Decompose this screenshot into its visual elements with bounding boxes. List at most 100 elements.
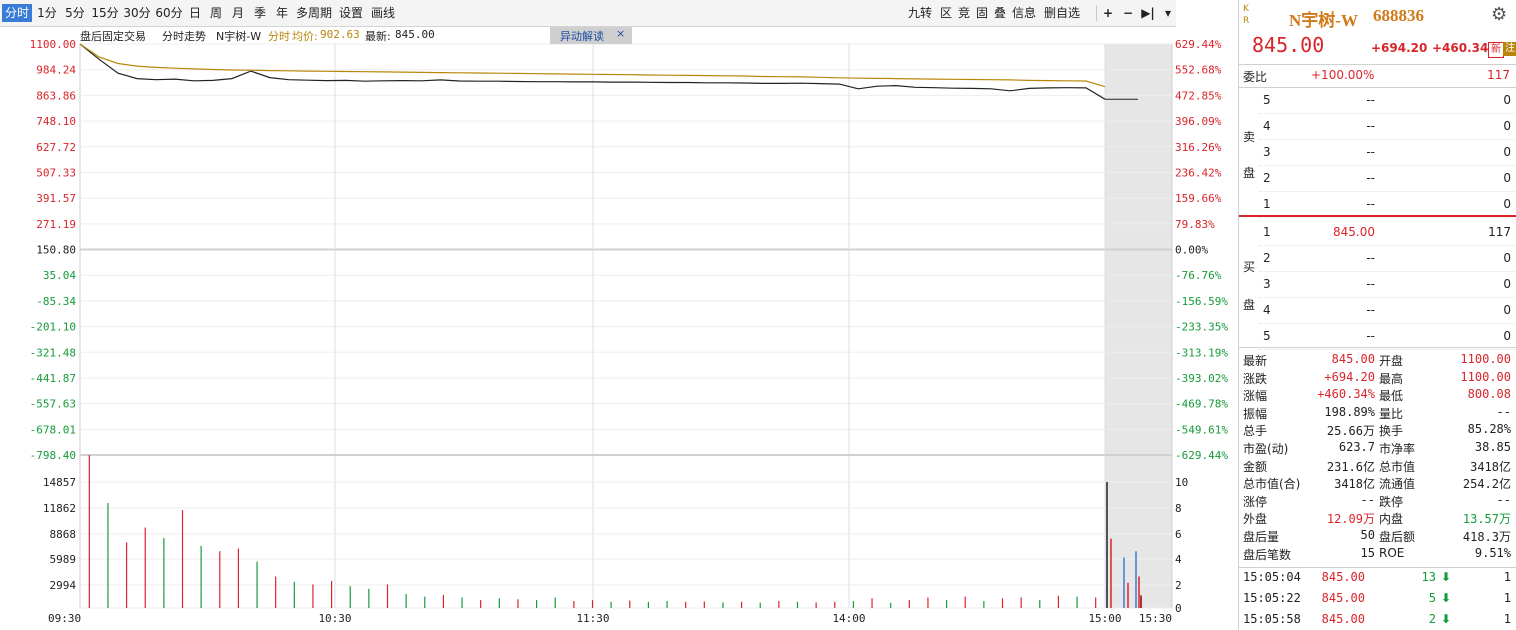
- price-tick-left: 984.24: [36, 64, 76, 77]
- price-tick-left: 627.72: [36, 141, 76, 154]
- bid-price: 845.00: [1333, 225, 1375, 239]
- pct-tick-right: 79.83%: [1175, 218, 1215, 231]
- time-tick: 15:00: [1088, 612, 1121, 625]
- stat-value: 15: [1360, 545, 1375, 560]
- pct-tick-right: -629.44%: [1175, 449, 1228, 462]
- stat-value: 9.51%: [1474, 545, 1511, 560]
- price-tick-left: -441.87: [30, 372, 76, 385]
- price-tick-left: 391.57: [36, 192, 76, 205]
- volume-tick-right: 10: [1175, 476, 1188, 489]
- tick-volume: 5: [1428, 591, 1436, 605]
- stat-value: --: [1360, 492, 1375, 507]
- bid-price: --: [1366, 303, 1375, 317]
- row-divider: [1259, 191, 1516, 193]
- bid-volume: 0: [1503, 277, 1511, 291]
- volume-tick-right: 2: [1175, 579, 1182, 592]
- tick-count: 1: [1503, 612, 1511, 626]
- time-tick: 10:30: [318, 612, 351, 625]
- tick-volume: 2: [1428, 612, 1436, 626]
- latest-value: 845.00: [395, 28, 435, 41]
- ask-level: 1: [1263, 197, 1271, 211]
- tick-price: 845.00: [1321, 570, 1365, 584]
- ask-price: --: [1366, 93, 1375, 107]
- pct-tick-right: 236.42%: [1175, 166, 1222, 179]
- volume-tick-left: 5989: [50, 553, 77, 566]
- ask-volume: 0: [1503, 119, 1511, 133]
- stat-label: 振幅: [1243, 406, 1268, 421]
- time-tick: 15:30: [1139, 612, 1172, 625]
- price-tick-left: -201.10: [30, 321, 76, 334]
- ask-volume: 0: [1503, 145, 1511, 159]
- volume-tick-right: 0: [1175, 602, 1182, 615]
- stat-label: 涨跌: [1243, 371, 1268, 386]
- sell-label: 盘: [1243, 166, 1256, 180]
- price-tick-left: 150.80: [36, 244, 76, 257]
- divider: [1239, 87, 1516, 88]
- quote-change: +694.20: [1371, 41, 1428, 55]
- tick-time: 15:05:04: [1243, 570, 1301, 584]
- volume-tick-left: 11862: [43, 502, 76, 515]
- stat-label: 金额: [1243, 459, 1268, 474]
- stat-label: 流通值: [1379, 477, 1416, 492]
- sell-label: 卖: [1243, 130, 1256, 144]
- volume-tick-right: 4: [1175, 553, 1182, 566]
- kr-badge: R: [1243, 16, 1250, 26]
- tick-count: 1: [1503, 570, 1511, 584]
- quote-price: 845.00: [1252, 33, 1325, 57]
- pct-tick-right: -549.61%: [1175, 423, 1228, 436]
- ask-price: --: [1366, 171, 1375, 185]
- time-tick: 14:00: [832, 612, 865, 625]
- row-divider: [1259, 139, 1516, 141]
- stat-value: 231.6亿: [1326, 459, 1375, 474]
- pct-tick-right: 316.26%: [1175, 141, 1222, 154]
- stock-code: 688836: [1373, 6, 1424, 25]
- row-divider: [1259, 271, 1516, 273]
- after-hours-shade: [1105, 44, 1172, 608]
- price-tick-left: -798.40: [30, 449, 76, 462]
- gear-icon[interactable]: ⚙: [1491, 4, 1507, 25]
- price-tick-left: -678.01: [30, 423, 76, 436]
- stat-label: ROE: [1379, 545, 1405, 560]
- close-icon[interactable]: ×: [616, 27, 625, 40]
- note-badge: 注: [1503, 42, 1516, 56]
- stat-value: --: [1496, 404, 1511, 419]
- down-arrow-icon: ⬇: [1441, 570, 1452, 584]
- stat-value: +460.34%: [1317, 387, 1375, 402]
- tick-count: 1: [1503, 591, 1511, 605]
- anomaly-button[interactable]: 异动解读 ×: [550, 27, 632, 44]
- price-tick-left: 748.10: [36, 115, 76, 128]
- stat-label: 盘后笔数: [1243, 547, 1292, 562]
- row-divider: [1259, 323, 1516, 325]
- stat-value: 1100.00: [1460, 369, 1511, 384]
- stat-value: 418.3万: [1462, 530, 1511, 544]
- bid-price: --: [1366, 251, 1375, 265]
- stat-label: 换手: [1379, 424, 1404, 439]
- stat-value: 13.57万: [1462, 512, 1511, 527]
- bid-price: --: [1366, 277, 1375, 291]
- avg-value: 902.63: [320, 28, 360, 41]
- chart-info-bar: 盘后固定交易 分时走势 N宇树-W 分时 均价: 902.63 最新: 845.…: [80, 27, 1172, 45]
- stat-label: 总市值(合): [1243, 477, 1301, 492]
- bid-level: 3: [1263, 277, 1271, 291]
- latest-label: 最新:: [365, 30, 391, 43]
- anomaly-button-label: 异动解读: [560, 30, 604, 43]
- stat-value: 1100.00: [1460, 352, 1511, 366]
- volume-tick-left: 8868: [50, 528, 77, 541]
- tick-volume: 13: [1421, 570, 1436, 584]
- stat-value: 845.00: [1331, 352, 1375, 366]
- stat-label: 量比: [1379, 406, 1404, 421]
- stat-label: 总手: [1243, 424, 1268, 439]
- chart-frame: [79, 43, 1173, 609]
- stat-value: 800.08: [1467, 387, 1511, 402]
- stock-name: N宇树-W: [1289, 11, 1358, 30]
- pct-tick-right: 472.85%: [1175, 89, 1222, 102]
- weibi-label: 委比: [1243, 70, 1268, 84]
- stat-value: 38.85: [1474, 440, 1511, 454]
- stat-label: 盘后量: [1243, 530, 1280, 544]
- volume-tick-left: 14857: [43, 476, 76, 489]
- stat-value: 25.66万: [1326, 424, 1375, 439]
- stat-value: +694.20: [1324, 369, 1375, 384]
- buy-label: 买: [1243, 260, 1256, 274]
- bid-volume: 0: [1503, 303, 1511, 317]
- pct-tick-right: 159.66%: [1175, 192, 1222, 205]
